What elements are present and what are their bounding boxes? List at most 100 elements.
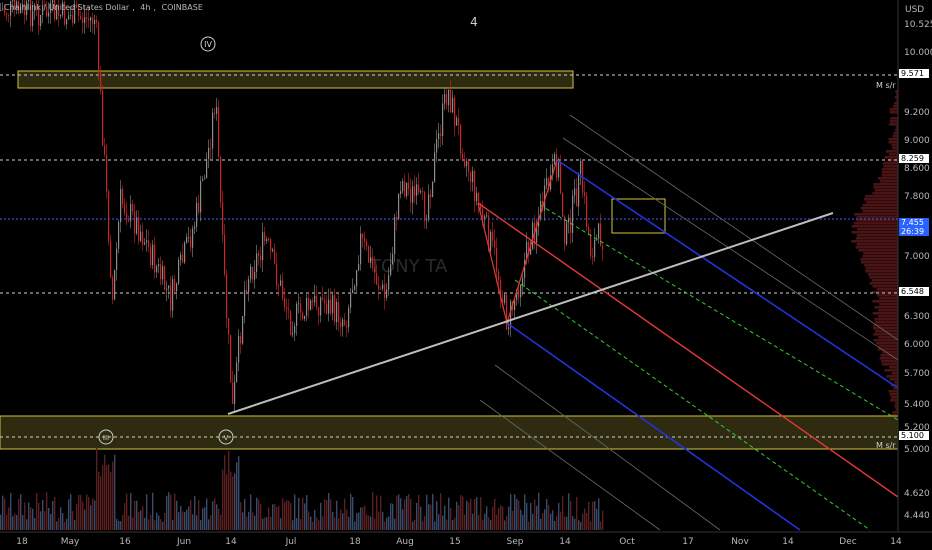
upper-zone-label: M s/r [876,81,896,90]
candle-body [410,189,411,203]
wave-label-iv[interactable]: IV [201,37,215,51]
volume-bar [80,495,81,530]
volume-bar [248,512,249,530]
volume-bar [332,512,333,530]
candle-body [468,161,469,172]
target-box[interactable] [612,199,665,233]
y-tick-label: 9.200 [904,108,930,118]
volume-profile-bar [856,246,898,249]
candle-body [268,239,269,240]
candle-body [476,193,477,201]
volume-bar [282,498,283,530]
volume-bar [328,493,329,530]
price-chart[interactable]: TONY TA IV III V M s/r M s/r 4 USD 10.52 [0,0,932,550]
candle-body [346,325,347,327]
volume-bar [394,519,395,530]
y-axis[interactable]: 10.525 10.000 9.200 9.000 8.600 7.800 7.000 6.3… [904,20,932,521]
y-tick-label: 7.000 [904,252,930,262]
candle-body [554,154,555,164]
candle-body [508,327,509,329]
candle-body [104,146,105,155]
volume-bar [386,518,387,530]
volume-bar [460,495,461,530]
volume-bar [562,496,563,530]
volume-bar [306,495,307,530]
volume-bar [54,497,55,530]
center-label: 4 [470,15,478,29]
candle-body [478,193,479,203]
volume-profile-bar [866,201,898,204]
candle-body [84,17,85,23]
candle-body [344,320,345,326]
candle-body [252,267,253,280]
x-tick-label: Aug [396,537,414,547]
x-tick-label: 18 [16,537,28,547]
volume-profile-bar [851,231,898,234]
volume-profile-bar [881,360,898,363]
volume-bar [164,513,165,530]
volume-profile-bar [886,375,898,378]
volume-bar [516,499,517,530]
volume-profile-bar [882,168,898,171]
candle-body [136,217,137,233]
volume-profile-bar [854,213,898,216]
volume-profile-bar [880,180,898,183]
candle-body [454,98,455,126]
x-tick-label: 16 [119,537,131,547]
candle-body [396,217,397,219]
candle-body [0,10,1,11]
volume-profile-bar [873,333,898,336]
volume-bar [572,516,573,530]
candle-body [194,227,195,229]
candle-body [204,178,205,179]
volume-bar [136,501,137,530]
volume-bar [500,505,501,530]
volume-profile-bar [894,381,898,384]
volume-bar [148,519,149,530]
volume-bar [384,522,385,530]
candle-body [198,203,199,212]
volume-bar [280,518,281,530]
volume-bar [548,505,549,530]
volume-bar [446,519,447,530]
volume-bar [258,499,259,530]
volume-profile-bar [851,240,898,243]
pitchfork-handle[interactable] [478,160,557,323]
candle-body [134,211,135,233]
candle-body [302,312,303,319]
volume-bar [344,499,345,530]
candle-body [256,253,257,272]
volume-bar [392,504,393,530]
candle-body [556,154,557,177]
candle-body [472,171,473,182]
volume-profile-bar [877,294,898,297]
volume-bar [358,512,359,530]
price-tag: 7.455 26:39 [899,218,929,236]
candle-body [308,298,309,310]
volume-bar [236,462,237,530]
upper-sr-zone[interactable] [18,71,573,88]
lower-sr-zone[interactable] [0,416,898,449]
x-tick-label: Oct [619,537,635,547]
volume-profile-bar [872,279,898,282]
volume-bar [586,513,587,530]
volume-bar [302,498,303,530]
candle-body [470,172,471,182]
volume-bar [396,496,397,530]
candle-body [456,118,457,126]
candle-body [394,217,395,254]
candle-body [462,154,463,162]
candle-body [212,113,213,149]
volume-bar [114,455,115,530]
volume-bar [570,501,571,530]
candlestick-series [0,0,603,411]
candle-body [322,298,323,300]
volume-profile-bar [889,153,898,156]
candle-body [126,213,127,221]
volume-bar [150,515,151,530]
x-axis[interactable]: 18 May 16 Jun 14 Jul 18 Aug 15 Sep 14 Oct 17 Nov 14 Dec… [16,537,902,547]
pitchfork-upper[interactable] [478,115,898,530]
volume-profile-bar [857,228,898,231]
volume-profile-bar [875,321,898,324]
candle-body [504,295,505,303]
